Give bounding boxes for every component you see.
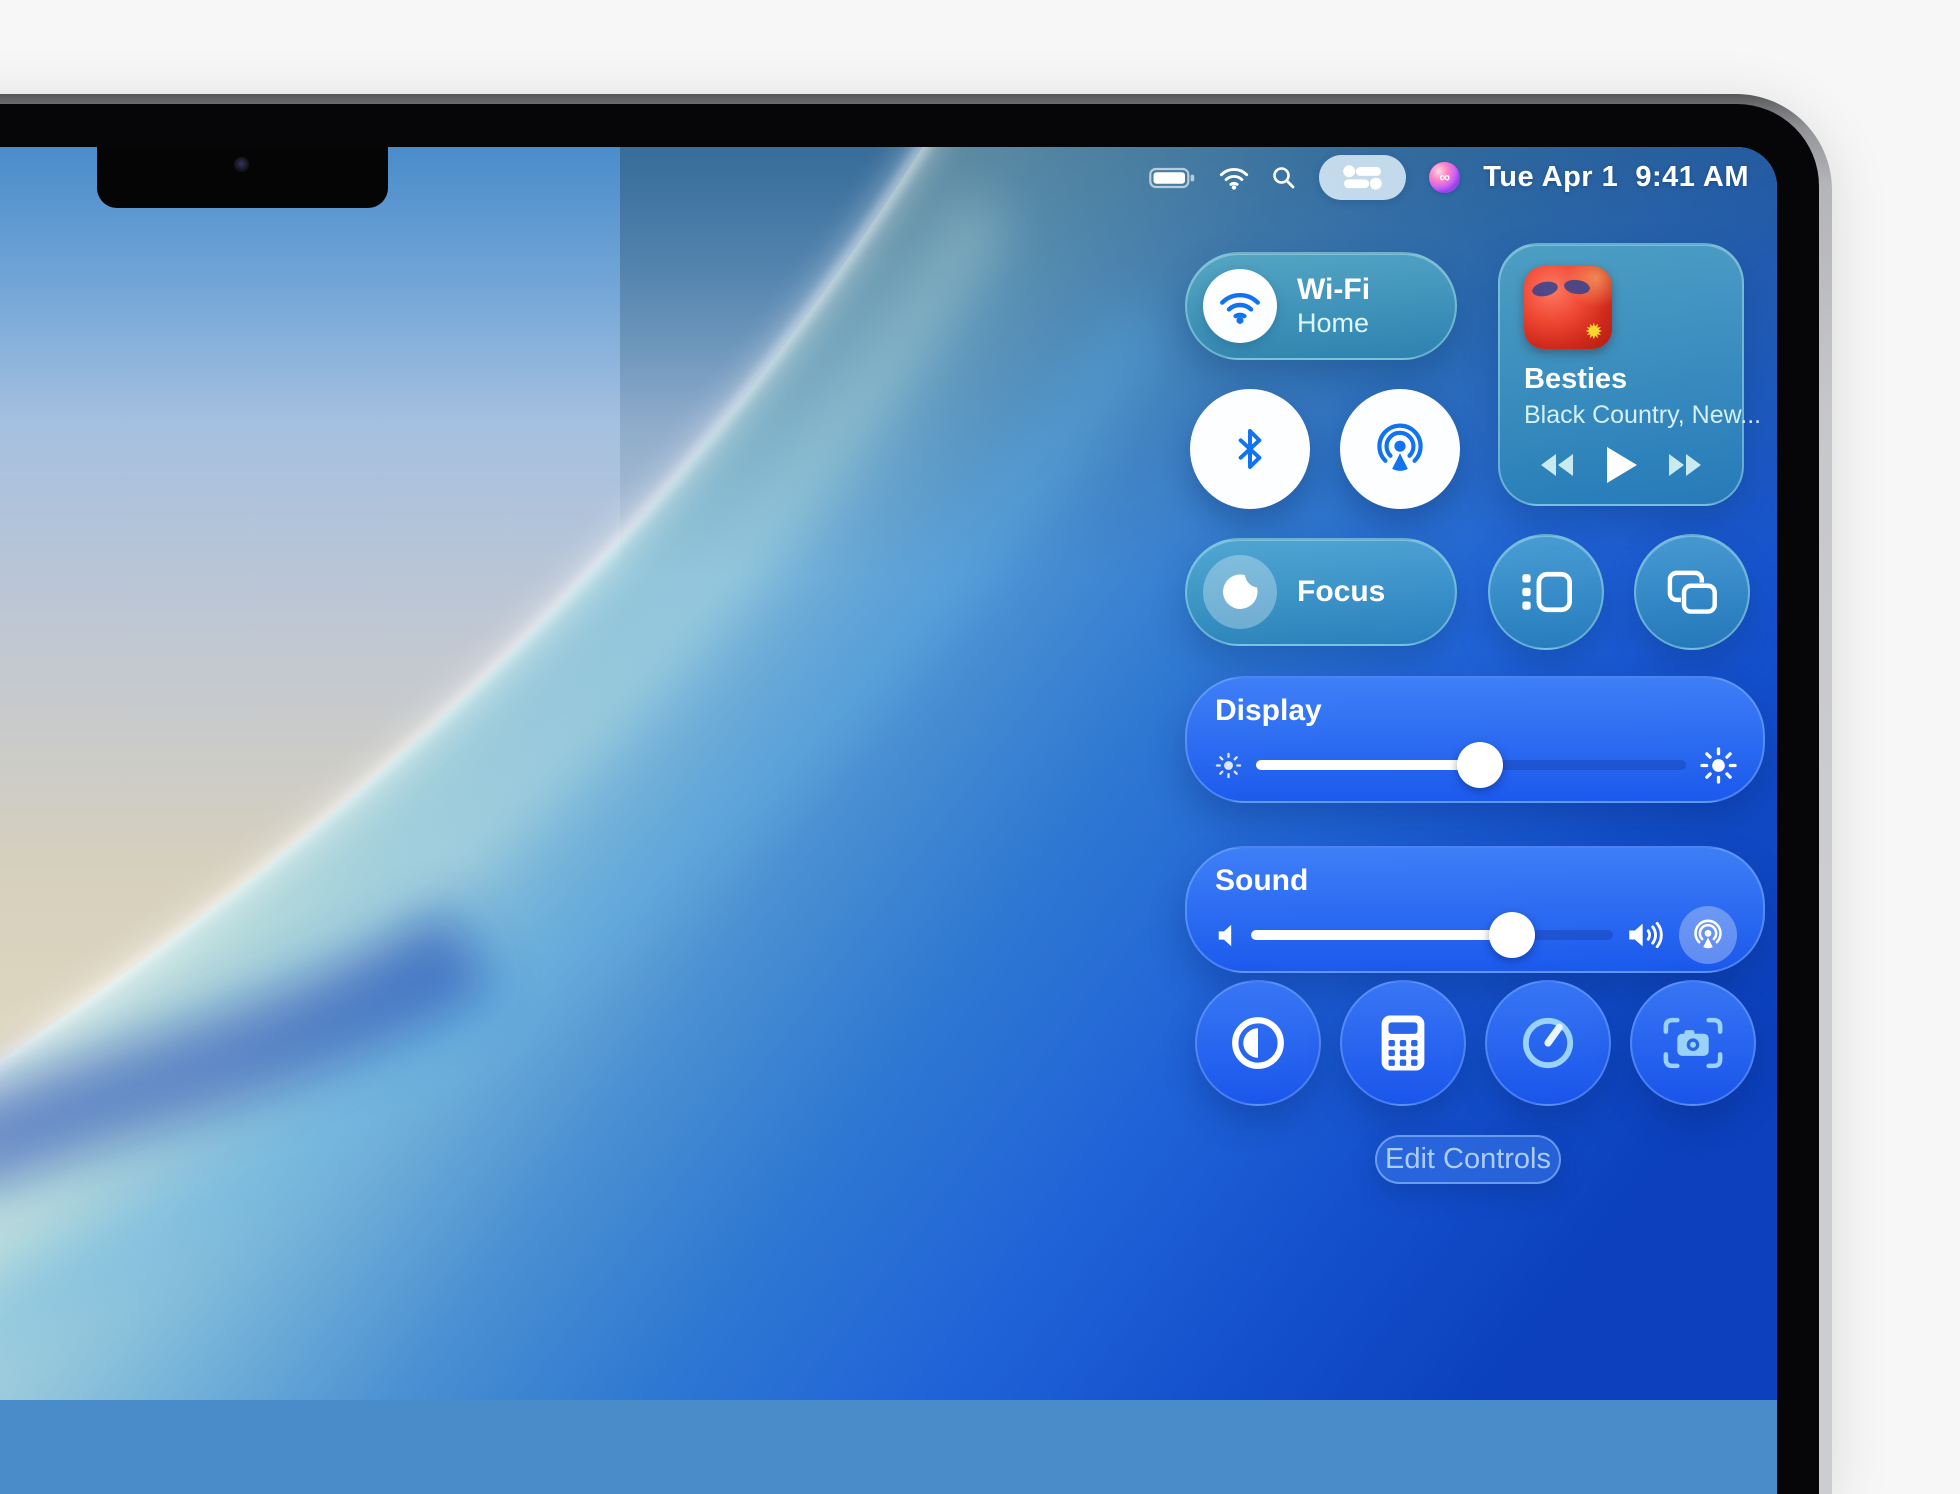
menu-bar-clock[interactable]: Tue Apr 1 9:41 AM [1483, 161, 1749, 194]
wifi-icon[interactable] [1219, 165, 1249, 190]
rewind-button[interactable] [1539, 453, 1575, 477]
volume-slider[interactable] [1251, 910, 1613, 960]
volume-low-icon [1215, 922, 1237, 949]
laptop-display: ∞ Tue Apr 1 9:41 AM Wi-Fi Home [0, 147, 1777, 1494]
album-art: ✹ [1524, 266, 1612, 349]
fast-forward-button[interactable] [1667, 453, 1703, 477]
appearance-button[interactable] [1195, 980, 1321, 1106]
display-card[interactable]: Display [1185, 676, 1765, 803]
bluetooth-icon [1234, 426, 1266, 472]
wifi-blue-icon [1219, 289, 1261, 324]
control-center-icon [1342, 164, 1383, 191]
wifi-network-name: Home [1297, 307, 1370, 339]
screen-mirroring-button[interactable] [1634, 534, 1750, 650]
edit-controls-button[interactable]: Edit Controls [1375, 1135, 1561, 1184]
camera-dot [234, 157, 249, 172]
calculator-icon [1380, 1014, 1426, 1072]
timer-icon [1519, 1014, 1577, 1072]
wifi-button[interactable]: Wi-Fi Home [1185, 252, 1457, 360]
sound-card[interactable]: Sound [1185, 846, 1765, 973]
wifi-circle [1203, 269, 1277, 343]
airplay-audio-button[interactable] [1679, 906, 1737, 964]
menu-bar: ∞ Tue Apr 1 9:41 AM [1149, 147, 1749, 208]
battery-icon[interactable] [1149, 166, 1196, 190]
focus-circle [1203, 555, 1277, 629]
airplay-audio-icon [1691, 918, 1725, 952]
spotlight-icon[interactable] [1272, 166, 1296, 190]
volume-high-icon [1627, 920, 1665, 950]
calculator-button[interactable] [1340, 980, 1466, 1106]
play-button[interactable] [1605, 446, 1637, 484]
bluetooth-button[interactable] [1190, 389, 1310, 509]
display-notch [97, 147, 388, 208]
now-playing-card[interactable]: ✹ Besties Black Country, New... [1498, 243, 1744, 506]
edit-controls-label: Edit Controls [1385, 1143, 1551, 1176]
now-playing-title: Besties [1524, 363, 1718, 396]
timer-button[interactable] [1485, 980, 1611, 1106]
appearance-contrast-icon [1230, 1015, 1286, 1071]
brightness-low-icon [1215, 752, 1242, 779]
moon-icon [1220, 572, 1260, 612]
screenshot-button[interactable] [1630, 980, 1756, 1106]
airdrop-icon [1372, 421, 1428, 477]
control-center-button[interactable] [1319, 155, 1406, 200]
laptop-aluminum-rim: ∞ Tue Apr 1 9:41 AM Wi-Fi Home [0, 94, 1832, 1494]
display-label: Display [1215, 694, 1737, 728]
brightness-slider-thumb[interactable] [1457, 742, 1503, 788]
brightness-high-icon [1700, 747, 1737, 784]
siri-icon[interactable]: ∞ [1429, 162, 1460, 193]
wifi-label: Wi-Fi [1297, 273, 1370, 307]
focus-label: Focus [1297, 575, 1385, 609]
stage-manager-icon [1520, 570, 1572, 614]
airdrop-button[interactable] [1340, 389, 1460, 509]
now-playing-artist: Black Country, New... [1524, 401, 1718, 430]
volume-slider-thumb[interactable] [1489, 912, 1535, 958]
screenshot-icon [1663, 1017, 1723, 1069]
brightness-slider[interactable] [1256, 740, 1686, 790]
laptop-bezel: ∞ Tue Apr 1 9:41 AM Wi-Fi Home [0, 104, 1819, 1494]
stage-manager-button[interactable] [1488, 534, 1604, 650]
sound-label: Sound [1215, 864, 1737, 898]
screen-mirroring-icon [1665, 569, 1719, 616]
focus-button[interactable]: Focus [1185, 538, 1457, 646]
